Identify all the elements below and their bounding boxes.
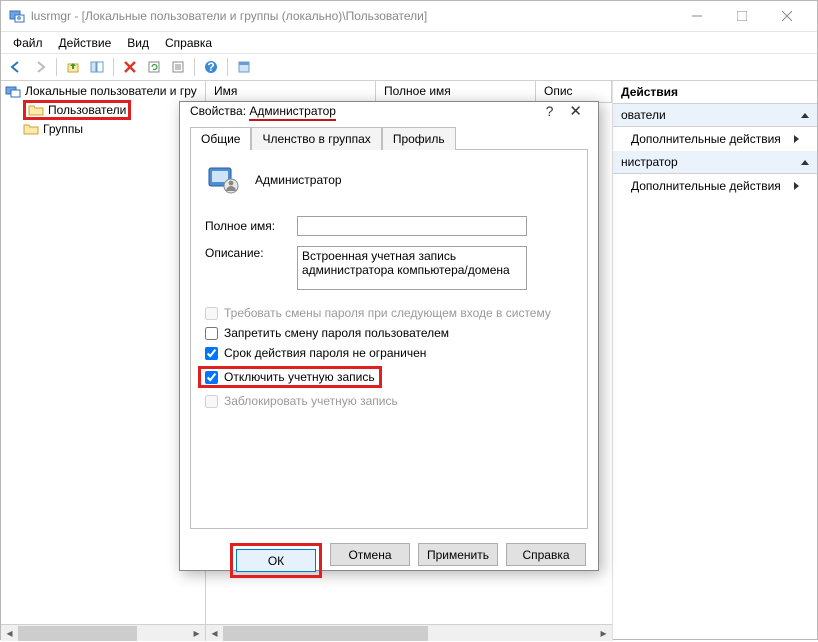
svg-text:?: ? [207,60,214,74]
check-locked: Заблокировать учетную запись [205,394,573,408]
list-header: Имя Полное имя Опис [206,81,612,103]
column-fullname[interactable]: Полное имя [376,81,536,102]
menu-bar: Файл Действие Вид Справка [1,31,817,53]
description-label: Описание: [205,246,297,260]
ok-button[interactable]: ОК [236,549,316,572]
chevron-right-icon [794,135,799,143]
actions-section-admin[interactable]: нистратор [613,151,817,174]
actions-item-label: Дополнительные действия [631,132,781,146]
scroll-left-icon[interactable]: ◂ [1,625,18,642]
apply-button[interactable]: Применить [418,543,498,566]
tree-groups[interactable]: Группы [19,121,205,137]
menu-view[interactable]: Вид [119,34,157,52]
tree-scrollbar[interactable]: ◂ ▸ [1,624,205,641]
window-titlebar: lusrmgr - [Локальные пользователи и груп… [1,1,817,31]
tree-users[interactable]: Пользователи [19,99,205,121]
tab-general[interactable]: Общие [190,127,251,150]
actions-more-admin[interactable]: Дополнительные действия [613,174,817,198]
actions-item-label: Дополнительные действия [631,179,781,193]
minimize-button[interactable] [674,2,719,30]
scroll-right-icon[interactable]: ▸ [188,625,205,642]
help-button[interactable]: Справка [506,543,586,566]
dialog-titlebar: Свойства: Администратор ? ✕ [180,102,598,120]
actions-more-users[interactable]: Дополнительные действия [613,127,817,151]
actions-title: Действия [613,81,817,104]
check-cannot-change[interactable]: Запретить смену пароля пользователем [205,326,573,340]
properties-button[interactable] [233,56,255,78]
window-title: lusrmgr - [Локальные пользователи и груп… [31,9,674,23]
back-button[interactable] [5,56,27,78]
collapse-icon [801,113,809,118]
chevron-right-icon [794,182,799,190]
tree-groups-label: Группы [43,122,83,136]
scroll-right-icon[interactable]: ▸ [595,625,612,642]
list-scrollbar[interactable]: ◂ ▸ [206,624,612,641]
dialog-close-button[interactable]: ✕ [563,102,588,120]
close-button[interactable] [764,2,809,30]
actions-section-label: ователи [621,108,666,122]
tab-panel-general: Администратор Полное имя: Описание: Треб… [190,149,588,529]
folder-icon [23,122,39,136]
actions-section-users[interactable]: ователи [613,104,817,127]
scroll-left-icon[interactable]: ◂ [206,625,223,642]
check-disable-account[interactable] [205,371,218,384]
check-never-expires[interactable]: Срок действия пароля не ограничен [205,346,573,360]
collapse-icon [801,160,809,165]
export-list-button[interactable] [167,56,189,78]
column-description[interactable]: Опис [536,81,612,102]
maximize-button[interactable] [719,2,764,30]
console-root-icon [5,84,21,98]
dialog-help-button[interactable]: ? [536,103,564,119]
user-icon [205,162,241,198]
tree-pane: Локальные пользователи и гру Пользовател… [1,81,206,641]
actions-section-label: нистратор [621,155,678,169]
menu-help[interactable]: Справка [157,34,220,52]
cancel-button[interactable]: Отмена [330,543,410,566]
help-button[interactable]: ? [200,56,222,78]
delete-button[interactable] [119,56,141,78]
up-button[interactable] [62,56,84,78]
tree: Локальные пользователи и гру Пользовател… [1,81,205,624]
properties-dialog: Свойства: Администратор ? ✕ Общие Членст… [179,101,599,571]
dialog-title: Свойства: Администратор [190,104,536,118]
fullname-label: Полное имя: [205,219,297,233]
actions-pane: Действия ователи Дополнительные действия… [612,81,817,641]
tab-profile[interactable]: Профиль [382,127,456,150]
refresh-button[interactable] [143,56,165,78]
toolbar: ? [1,53,817,81]
show-hide-tree-button[interactable] [86,56,108,78]
menu-file[interactable]: Файл [5,34,51,52]
tree-root[interactable]: Локальные пользователи и гру [1,83,205,99]
column-name[interactable]: Имя [206,81,376,102]
check-disable-label: Отключить учетную запись [224,370,375,384]
dialog-username: Администратор [255,173,342,187]
tab-member-of[interactable]: Членство в группах [251,127,381,150]
forward-button[interactable] [29,56,51,78]
menu-action[interactable]: Действие [51,34,120,52]
tree-users-label: Пользователи [48,103,126,117]
fullname-field[interactable] [297,216,527,236]
folder-icon [28,103,44,117]
tree-root-label: Локальные пользователи и гру [25,84,197,98]
description-field[interactable] [297,246,527,290]
dialog-tabs: Общие Членство в группах Профиль [190,126,588,149]
dialog-buttons: ОК Отмена Применить Справка [180,535,598,590]
check-change-next-login: Требовать смены пароля при следующем вхо… [205,306,573,320]
app-icon [9,8,25,24]
